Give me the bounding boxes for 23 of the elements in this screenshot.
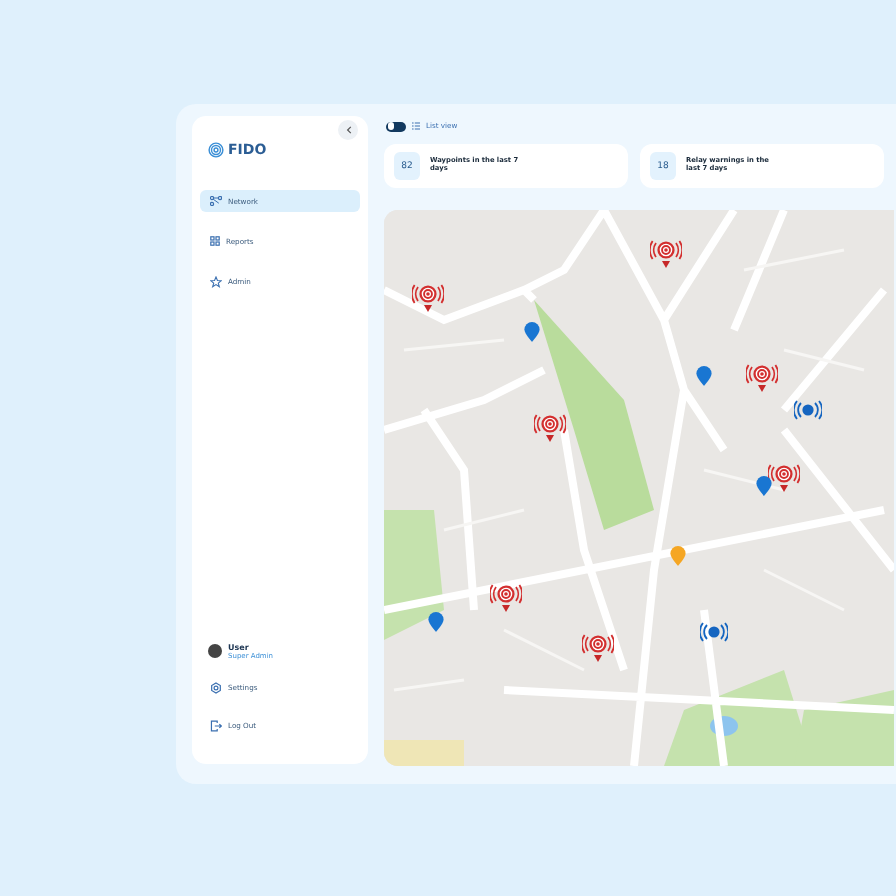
beacon-marker-icon — [794, 400, 822, 420]
list-icon — [412, 122, 420, 130]
pin-marker-icon — [696, 366, 712, 386]
alarm-marker-icon — [650, 236, 682, 270]
pin-marker-icon — [428, 612, 444, 632]
alarm-marker-icon — [490, 580, 522, 614]
network-icon — [210, 196, 222, 206]
beacon-marker-icon — [700, 622, 728, 642]
alarm-marker-icon — [582, 630, 614, 664]
pin-marker-icon — [524, 322, 540, 342]
grid-icon — [210, 236, 220, 246]
view-toggle[interactable] — [386, 121, 406, 131]
alarm-marker-icon — [534, 410, 566, 444]
alarm-marker-icon — [746, 360, 778, 394]
chevron-left-icon — [345, 126, 351, 134]
alarm-marker-icon — [412, 280, 444, 314]
pin-marker-icon — [756, 476, 772, 496]
avatar-icon — [208, 644, 222, 658]
logout-icon — [210, 719, 222, 731]
star-icon — [210, 275, 222, 287]
pin-marker-icon — [670, 546, 686, 566]
settings-icon — [210, 681, 222, 693]
logo-icon — [208, 142, 224, 158]
